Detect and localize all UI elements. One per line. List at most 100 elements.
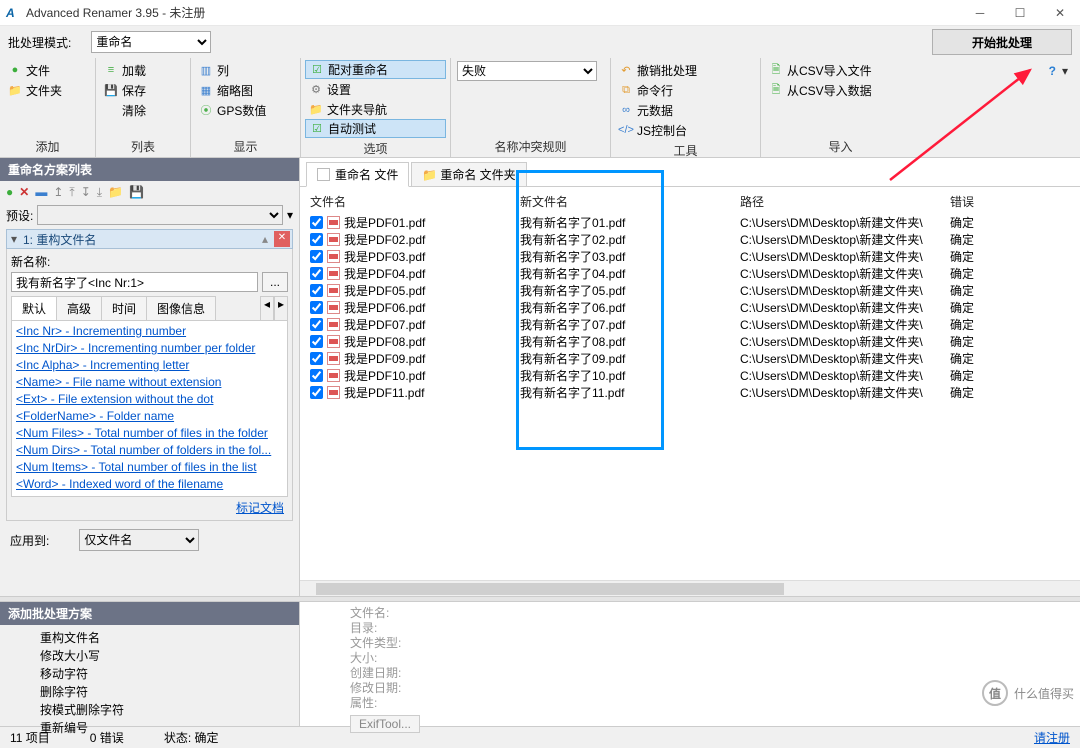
method-scroll-up-icon[interactable]: ▴ bbox=[258, 232, 272, 246]
method-top-icon[interactable]: ⤒ bbox=[69, 185, 74, 200]
scheme-item[interactable]: 重构文件名 bbox=[40, 629, 299, 647]
tag-link[interactable]: <Num Files> - Total number of files in t… bbox=[16, 425, 283, 442]
method-save-icon[interactable]: 💾 bbox=[129, 185, 144, 199]
col-name[interactable]: 文件名 bbox=[310, 193, 520, 210]
tab-time[interactable]: 时间 bbox=[101, 296, 147, 320]
tab-default[interactable]: 默认 bbox=[11, 296, 57, 320]
table-row[interactable]: 我是PDF09.pdf我有新名字了09.pdfC:\Users\DM\Deskt… bbox=[310, 350, 1070, 367]
apply-select[interactable]: 仅文件名 bbox=[79, 529, 199, 551]
table-row[interactable]: 我是PDF06.pdf我有新名字了06.pdfC:\Users\DM\Deskt… bbox=[310, 299, 1070, 316]
collapse-icon[interactable]: ▾ bbox=[7, 232, 21, 246]
close-button[interactable]: ✕ bbox=[1040, 0, 1080, 26]
tag-link[interactable]: <Word> - Indexed word of the filename bbox=[16, 476, 283, 493]
help-dropdown-icon[interactable]: ▾ bbox=[1062, 64, 1068, 78]
tab-prev-icon[interactable]: ◂ bbox=[260, 296, 274, 320]
tag-link[interactable]: <Inc NrDir> - Incrementing number per fo… bbox=[16, 340, 283, 357]
table-row[interactable]: 我是PDF08.pdf我有新名字了08.pdfC:\Users\DM\Deskt… bbox=[310, 333, 1070, 350]
tab-rename-folders[interactable]: 📁重命名 文件夹 bbox=[411, 162, 526, 186]
tag-link[interactable]: <FolderName> - Folder name bbox=[16, 408, 283, 425]
row-checkbox[interactable] bbox=[310, 216, 323, 229]
table-row[interactable]: 我是PDF05.pdf我有新名字了05.pdfC:\Users\DM\Deskt… bbox=[310, 282, 1070, 299]
tab-advanced[interactable]: 高级 bbox=[56, 296, 102, 320]
preset-select[interactable] bbox=[37, 205, 283, 225]
display-columns-button[interactable]: ▥列 bbox=[195, 60, 296, 80]
method-down-icon[interactable]: ↧ bbox=[81, 185, 91, 199]
method-bottom-icon[interactable]: ⤓ bbox=[97, 185, 102, 200]
tools-meta-button[interactable]: ∞元数据 bbox=[615, 100, 756, 120]
method-open-icon[interactable]: 📁 bbox=[108, 185, 123, 199]
maximize-button[interactable]: ☐ bbox=[1000, 0, 1040, 26]
exiftool-button[interactable]: ExifTool... bbox=[350, 715, 420, 733]
table-row[interactable]: 我是PDF07.pdf我有新名字了07.pdfC:\Users\DM\Deskt… bbox=[310, 316, 1070, 333]
list-save-button[interactable]: 💾保存 bbox=[100, 80, 186, 100]
row-checkbox[interactable] bbox=[310, 369, 323, 382]
newname-input[interactable] bbox=[11, 272, 258, 292]
add-folders-button[interactable]: 📁文件夹 bbox=[4, 80, 91, 100]
tag-tabs: 默认 高级 时间 图像信息 ◂▸ bbox=[11, 296, 288, 321]
list-clear-button[interactable]: 清除 bbox=[100, 100, 186, 120]
display-gps-button[interactable]: ⦿GPS数值 bbox=[195, 100, 296, 120]
scheme-item[interactable]: 按模式删除字符 bbox=[40, 701, 299, 719]
row-checkbox[interactable] bbox=[310, 250, 323, 263]
method-1-header[interactable]: ▾ 1: 重构文件名 ▴ ✕ bbox=[6, 229, 293, 249]
row-checkbox[interactable] bbox=[310, 386, 323, 399]
start-batch-button[interactable]: 开始批处理 bbox=[932, 29, 1072, 55]
batch-mode-select[interactable]: 重命名 bbox=[91, 31, 211, 53]
method-remove-icon[interactable]: ✕ bbox=[19, 185, 29, 199]
row-checkbox[interactable] bbox=[310, 301, 323, 314]
row-checkbox[interactable] bbox=[310, 335, 323, 348]
tab-image[interactable]: 图像信息 bbox=[146, 296, 216, 320]
tag-link[interactable]: <Num Dirs> - Total number of folders in … bbox=[16, 442, 283, 459]
table-row[interactable]: 我是PDF01.pdf我有新名字了01.pdfC:\Users\DM\Deskt… bbox=[310, 214, 1070, 231]
plus-icon: ● bbox=[8, 63, 22, 77]
add-files-button[interactable]: ●文件 bbox=[4, 60, 91, 80]
tag-link[interactable]: <Ext> - File extension without the dot bbox=[16, 391, 283, 408]
help-icon[interactable]: ? bbox=[1049, 64, 1056, 78]
minimize-button[interactable]: ─ bbox=[960, 0, 1000, 26]
import-csv-file-button[interactable]: 🗎从CSV导入文件 bbox=[765, 60, 916, 80]
horizontal-scrollbar[interactable] bbox=[300, 580, 1080, 596]
row-checkbox[interactable] bbox=[310, 284, 323, 297]
scheme-item[interactable]: 删除字符 bbox=[40, 683, 299, 701]
tab-rename-files[interactable]: 重命名 文件 bbox=[306, 162, 409, 187]
method-close-icon[interactable]: ✕ bbox=[274, 231, 290, 247]
conflict-rule-select[interactable]: 失败 bbox=[457, 61, 597, 81]
method-add-icon[interactable]: ● bbox=[6, 185, 13, 199]
tab-next-icon[interactable]: ▸ bbox=[274, 296, 288, 320]
preset-menu-icon[interactable]: ▾ bbox=[287, 208, 293, 222]
table-row[interactable]: 我是PDF03.pdf我有新名字了03.pdfC:\Users\DM\Deskt… bbox=[310, 248, 1070, 265]
tag-link[interactable]: <Num Items> - Total number of files in t… bbox=[16, 459, 283, 476]
scrollbar-thumb[interactable] bbox=[316, 583, 784, 595]
scheme-item[interactable]: 修改大小写 bbox=[40, 647, 299, 665]
tag-doc-link[interactable]: 标记文档 bbox=[236, 501, 284, 515]
col-path[interactable]: 路径 bbox=[740, 193, 950, 210]
tag-link[interactable]: <Name> - File name without extension bbox=[16, 374, 283, 391]
options-pair-button[interactable]: ☑配对重命名 bbox=[305, 60, 446, 79]
table-row[interactable]: 我是PDF04.pdf我有新名字了04.pdfC:\Users\DM\Deskt… bbox=[310, 265, 1070, 282]
table-row[interactable]: 我是PDF02.pdf我有新名字了02.pdfC:\Users\DM\Deskt… bbox=[310, 231, 1070, 248]
col-newname[interactable]: 新文件名 bbox=[520, 193, 740, 210]
row-checkbox[interactable] bbox=[310, 233, 323, 246]
tag-link[interactable]: <Inc Alpha> - Incrementing letter bbox=[16, 357, 283, 374]
options-foldernav-button[interactable]: 📁文件夹导航 bbox=[305, 99, 446, 119]
scheme-item[interactable]: 移动字符 bbox=[40, 665, 299, 683]
cell-newname: 我有新名字了01.pdf bbox=[520, 214, 740, 231]
options-autotest-button[interactable]: ☑自动测试 bbox=[305, 119, 446, 138]
newname-browse-button[interactable]: ... bbox=[262, 272, 288, 292]
row-checkbox[interactable] bbox=[310, 352, 323, 365]
list-load-button[interactable]: ≡加载 bbox=[100, 60, 186, 80]
row-checkbox[interactable] bbox=[310, 267, 323, 280]
import-csv-data-button[interactable]: 🗎从CSV导入数据 bbox=[765, 80, 916, 100]
method-disable-icon[interactable]: ▬ bbox=[35, 185, 47, 199]
method-up-icon[interactable]: ↥ bbox=[53, 185, 63, 199]
tools-undo-button[interactable]: ↶撤销批处理 bbox=[615, 60, 756, 80]
tag-link[interactable]: <Inc Nr> - Incrementing number bbox=[16, 323, 283, 340]
table-row[interactable]: 我是PDF10.pdf我有新名字了10.pdfC:\Users\DM\Deskt… bbox=[310, 367, 1070, 384]
table-row[interactable]: 我是PDF11.pdf我有新名字了11.pdfC:\Users\DM\Deskt… bbox=[310, 384, 1070, 401]
options-settings-button[interactable]: ⚙设置 bbox=[305, 79, 446, 99]
row-checkbox[interactable] bbox=[310, 318, 323, 331]
tools-js-button[interactable]: </>JS控制台 bbox=[615, 120, 756, 140]
col-error[interactable]: 错误 bbox=[950, 193, 1070, 210]
tools-cmd-button[interactable]: ⧉命令行 bbox=[615, 80, 756, 100]
display-thumbs-button[interactable]: ▦缩略图 bbox=[195, 80, 296, 100]
